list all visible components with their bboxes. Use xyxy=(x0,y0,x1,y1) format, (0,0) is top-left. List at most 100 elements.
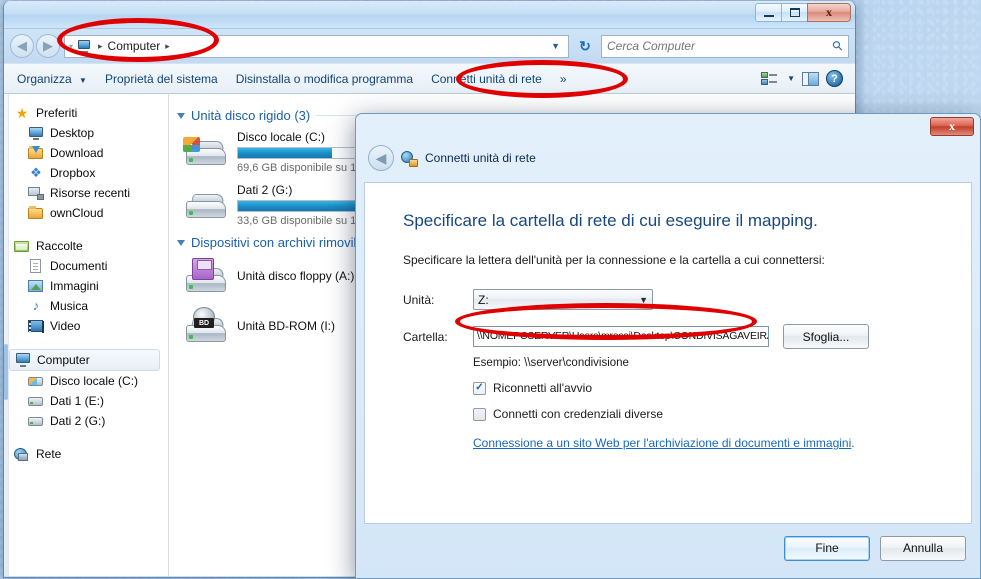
sidebar-label-preferiti: Preferiti xyxy=(36,106,78,120)
change-view-icon[interactable] xyxy=(761,71,778,86)
dropbox-icon: ❖ xyxy=(30,165,42,180)
group-label: Unità disco rigido (3) xyxy=(191,108,311,123)
reconnect-checkbox[interactable]: ✓ xyxy=(473,381,486,395)
search-box[interactable]: ⚲ xyxy=(601,34,849,58)
drive-letter-value: Z: xyxy=(478,292,489,307)
sidebar-label: Dati 2 (G:) xyxy=(50,414,106,428)
nav-scrollbar-thumb[interactable] xyxy=(4,344,8,400)
sidebar-item-disco-locale-c[interactable]: Disco locale (C:) xyxy=(4,371,168,391)
hard-drive-icon xyxy=(28,393,44,409)
sidebar-item-immagini[interactable]: Immagini xyxy=(4,276,168,296)
minimize-button[interactable] xyxy=(755,3,782,22)
search-input[interactable] xyxy=(607,39,834,53)
sidebar-label: ownCloud xyxy=(50,206,104,220)
connetti-unita-di-rete-button[interactable]: Connetti unità di rete xyxy=(422,68,551,90)
folder-label: Cartella: xyxy=(403,329,448,344)
sidebar-item-documenti[interactable]: Documenti xyxy=(4,256,168,276)
sidebar-label: Video xyxy=(50,319,81,333)
bd-rom-icon: BD xyxy=(183,306,229,346)
link-period: . xyxy=(851,436,855,450)
sidebar-label: Download xyxy=(50,146,104,160)
dialog-back-button[interactable]: ◀ xyxy=(368,145,394,171)
dialog-subheading: Specificare la lettera dell'unità per la… xyxy=(403,253,825,267)
sidebar-label: Immagini xyxy=(50,279,99,293)
sidebar-group-raccolte[interactable]: Raccolte xyxy=(4,236,168,256)
cancel-button[interactable]: Annulla xyxy=(880,535,966,561)
star-icon: ★ xyxy=(15,105,29,121)
dialog-close-button[interactable]: x xyxy=(930,117,974,136)
sidebar-item-risorse-recenti[interactable]: Risorse recenti xyxy=(4,183,168,203)
drive-letter-label: Unità: xyxy=(403,292,435,307)
sidebar-label: Desktop xyxy=(50,126,95,140)
hard-drive-icon xyxy=(28,413,44,429)
address-bar-row: ◀ ▶ ▾ ▸ Computer ▸ ▼ ↻ ⚲ xyxy=(4,29,855,63)
sidebar-item-musica[interactable]: ♪ Musica xyxy=(4,296,168,316)
folder-path-input[interactable]: \\NOMEPCSERVER\Users\mrossi\Desktop\COND… xyxy=(473,326,769,347)
sidebar-label: Dropbox xyxy=(50,166,96,180)
help-icon[interactable]: ? xyxy=(826,70,843,87)
proprieta-sistema-button[interactable]: Proprietà del sistema xyxy=(96,68,227,90)
sidebar-item-computer[interactable]: Computer xyxy=(9,349,160,371)
browse-button[interactable]: Sfoglia... xyxy=(783,324,869,349)
reconnect-checkbox-row[interactable]: ✓ Riconnetti all'avvio xyxy=(473,381,971,395)
breadcrumb-separator-end-icon[interactable]: ▸ xyxy=(162,41,173,52)
dialog-title-bar: x xyxy=(356,114,980,140)
overflow-button[interactable]: » xyxy=(551,68,576,90)
breadcrumb-separator-icon: ▸ xyxy=(98,40,103,51)
credentials-checkbox-row[interactable]: Connetti con credenziali diverse xyxy=(473,407,971,421)
hard-drive-windows-icon xyxy=(28,373,44,389)
close-icon: x xyxy=(826,5,832,19)
libraries-icon xyxy=(14,238,30,254)
close-button[interactable]: x xyxy=(807,3,851,22)
chevron-down-icon: ▼ xyxy=(639,294,648,305)
credentials-checkbox-label: Connetti con credenziali diverse xyxy=(493,407,664,421)
finish-button[interactable]: Fine xyxy=(784,535,870,561)
drive-usage-fill xyxy=(238,148,333,158)
web-storage-link[interactable]: Connessione a un sito Web per l'archivia… xyxy=(473,436,851,450)
desktop-icon xyxy=(28,125,44,141)
forward-button[interactable]: ▶ xyxy=(36,34,60,58)
drive-letter-select[interactable]: Z: ▼ xyxy=(473,289,653,310)
hard-drive-windows-icon xyxy=(183,129,229,169)
sidebar-item-dati-1-e[interactable]: Dati 1 (E:) xyxy=(4,391,168,411)
sidebar-group-preferiti[interactable]: ★ Preferiti xyxy=(4,103,168,123)
sidebar-label: Musica xyxy=(50,299,89,313)
drive-letter-row: Unità: Z: ▼ xyxy=(403,289,971,310)
dialog-footer: Fine Annulla xyxy=(364,528,972,568)
preview-pane-icon[interactable] xyxy=(802,71,819,86)
video-icon xyxy=(28,318,44,334)
view-chevron-down-icon[interactable]: ▼ xyxy=(787,74,795,83)
sidebar-item-owncloud[interactable]: ownCloud xyxy=(4,203,168,223)
recent-places-icon xyxy=(28,185,44,201)
sidebar-item-desktop[interactable]: Desktop xyxy=(4,123,168,143)
back-button[interactable]: ◀ xyxy=(10,34,34,58)
disinstalla-programma-button[interactable]: Disinstalla o modifica programma xyxy=(227,68,422,90)
command-bar: Organizza ▼ Proprietà del sistema Disins… xyxy=(4,63,855,94)
web-storage-link-row[interactable]: Connessione a un sito Web per l'archivia… xyxy=(473,436,971,450)
sidebar-item-dropbox[interactable]: ❖ Dropbox xyxy=(4,163,168,183)
address-dropdown-icon[interactable]: ▼ xyxy=(545,41,566,51)
sidebar-label: Disco locale (C:) xyxy=(50,374,139,388)
maximize-button[interactable] xyxy=(781,3,808,22)
map-network-drive-dialog: x ◀ Connetti unità di rete Specificare l… xyxy=(355,113,981,579)
collapse-triangle-icon[interactable] xyxy=(177,112,185,119)
sidebar-item-video[interactable]: Video xyxy=(4,316,168,336)
refresh-button[interactable]: ↻ xyxy=(573,35,597,58)
sidebar-item-download[interactable]: Download xyxy=(4,143,168,163)
sidebar-item-rete[interactable]: Rete xyxy=(4,444,168,464)
credentials-checkbox[interactable] xyxy=(473,407,486,421)
hard-drive-icon xyxy=(183,182,229,222)
organizza-label: Organizza xyxy=(17,71,72,86)
network-icon xyxy=(14,446,30,462)
breadcrumb-computer[interactable]: Computer xyxy=(106,39,163,53)
organizza-button[interactable]: Organizza ▼ xyxy=(8,68,96,90)
refresh-icon: ↻ xyxy=(579,37,591,54)
address-history-caret-icon[interactable]: ▾ xyxy=(69,42,73,51)
collapse-triangle-icon[interactable] xyxy=(177,239,185,246)
command-bar-right-group: ▼ ? xyxy=(761,70,851,87)
navigation-pane: ★ Preferiti Desktop Download ❖ Dropbox R… xyxy=(4,94,169,576)
example-hint: Esempio: \\server\condivisione xyxy=(473,357,629,369)
sidebar-item-dati-2-g[interactable]: Dati 2 (G:) xyxy=(4,411,168,431)
address-bar[interactable]: ▾ ▸ Computer ▸ ▼ xyxy=(64,34,569,58)
